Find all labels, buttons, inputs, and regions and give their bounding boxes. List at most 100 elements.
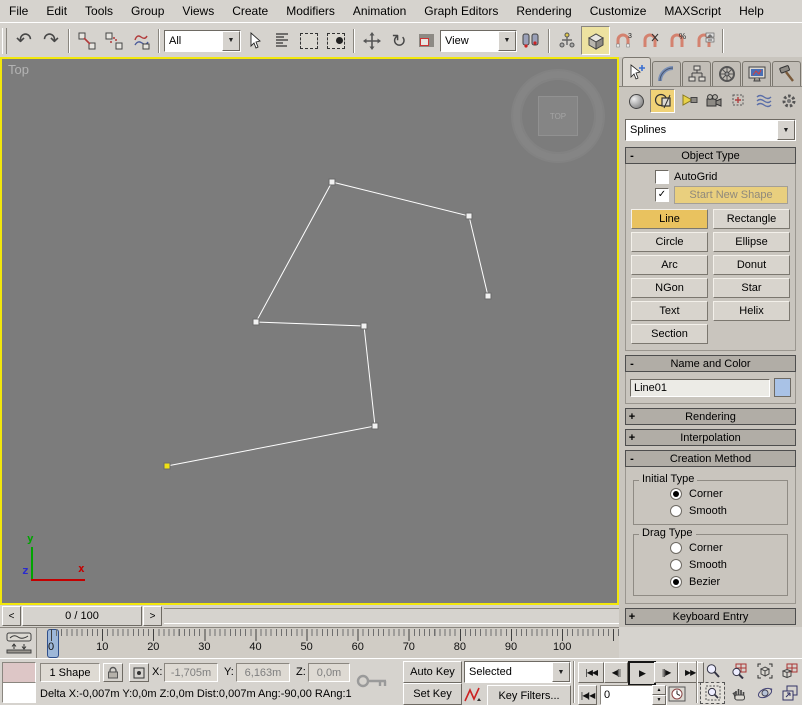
category-space-warps[interactable] <box>752 90 775 112</box>
window-crossing-button[interactable] <box>323 28 349 54</box>
reference-coordinate-combo[interactable]: View ▼ <box>440 30 517 52</box>
maxscript-mini-recorder[interactable] <box>2 662 36 683</box>
select-and-link-button[interactable] <box>74 28 100 54</box>
object-type-helix[interactable]: Helix <box>713 301 790 321</box>
category-geometry[interactable] <box>625 90 648 112</box>
undo-button[interactable]: ↶ <box>11 28 37 54</box>
category-lights[interactable] <box>677 90 700 112</box>
tab-display[interactable] <box>742 61 771 86</box>
object-type-star[interactable]: Star <box>713 278 790 298</box>
snap-3d-button[interactable]: 3 <box>611 28 637 54</box>
select-and-scale-button[interactable] <box>413 28 439 54</box>
chevron-down-icon[interactable]: ▼ <box>222 31 240 51</box>
spline-vertex[interactable] <box>372 423 378 429</box>
category-systems[interactable] <box>777 90 800 112</box>
object-type-circle[interactable]: Circle <box>631 232 708 252</box>
default-tangents-button[interactable] <box>464 686 482 705</box>
mini-curve-editor-button[interactable] <box>4 631 34 656</box>
maximize-viewport-button[interactable] <box>778 683 801 703</box>
next-frame-button[interactable]: ||▶ <box>654 662 678 683</box>
autogrid-checkbox[interactable] <box>655 170 669 184</box>
zoom-region-button[interactable] <box>701 683 724 703</box>
use-pivot-center-button[interactable] <box>518 28 544 54</box>
angle-snap-button[interactable] <box>638 28 664 54</box>
category-cameras[interactable] <box>702 90 725 112</box>
menu-item-maxscript[interactable]: MAXScript <box>655 1 730 21</box>
spline-vertex[interactable] <box>361 323 367 329</box>
object-type-donut[interactable]: Donut <box>713 255 790 275</box>
object-name-field[interactable]: Line01 <box>630 379 770 397</box>
drag-type-bezier-radio[interactable] <box>670 576 682 588</box>
auto-key-button[interactable]: Auto Key <box>403 661 462 683</box>
unlink-selection-button[interactable] <box>101 28 127 54</box>
rectangular-selection-button[interactable] <box>296 28 322 54</box>
object-color-swatch[interactable] <box>774 378 791 397</box>
go-to-start-button[interactable]: |◀◀ <box>578 662 604 683</box>
creation-method-header[interactable]: - Creation Method <box>625 450 796 467</box>
interpolation-header[interactable]: + Interpolation <box>625 429 796 446</box>
key-filter-combo[interactable]: Selected ▼ <box>464 661 571 683</box>
menu-item-edit[interactable]: Edit <box>37 1 76 21</box>
viewport-label[interactable]: Top <box>8 62 29 77</box>
spinner-up-icon[interactable]: ▲ <box>652 685 666 695</box>
snaps-toggle-button[interactable] <box>581 26 610 55</box>
menu-item-group[interactable]: Group <box>122 1 173 21</box>
tab-hierarchy[interactable] <box>682 61 711 86</box>
menu-item-views[interactable]: Views <box>173 1 223 21</box>
select-object-button[interactable] <box>242 28 268 54</box>
menu-item-rendering[interactable]: Rendering <box>507 1 580 21</box>
spline-vertex[interactable] <box>329 179 335 185</box>
menu-item-help[interactable]: Help <box>730 1 773 21</box>
select-by-name-button[interactable] <box>269 28 295 54</box>
menu-item-modifiers[interactable]: Modifiers <box>277 1 344 21</box>
category-helpers[interactable] <box>727 90 750 112</box>
viewport-top[interactable]: Top TOP y x z <box>0 57 619 605</box>
spline-vertex[interactable] <box>466 213 472 219</box>
maxscript-mini-listener[interactable] <box>2 682 36 703</box>
object-type-text[interactable]: Text <box>631 301 708 321</box>
drag-type-corner-radio[interactable] <box>670 542 682 554</box>
start-new-shape-button[interactable]: Start New Shape <box>674 186 788 204</box>
zoom-extents-all-button[interactable] <box>778 661 801 681</box>
play-button[interactable]: ▶ <box>628 661 656 686</box>
chevron-down-icon[interactable]: ▼ <box>498 31 516 51</box>
viewcube-watermark[interactable]: TOP <box>513 71 603 161</box>
menu-item-file[interactable]: File <box>0 1 37 21</box>
object-type-line[interactable]: Line <box>631 209 708 229</box>
select-and-move-button[interactable] <box>359 28 385 54</box>
selection-lock-button[interactable] <box>103 663 123 682</box>
select-and-rotate-button[interactable]: ↻ <box>386 28 412 54</box>
zoom-all-button[interactable] <box>727 661 750 681</box>
percent-snap-button[interactable]: % <box>665 28 691 54</box>
frame-spinner[interactable]: ▲▼ <box>652 685 666 705</box>
start-new-shape-checkbox[interactable]: ✓ <box>655 188 669 202</box>
tab-create[interactable] <box>622 57 651 86</box>
tab-modify[interactable] <box>652 61 681 86</box>
viewcube-face-top[interactable]: TOP <box>538 96 578 136</box>
shape-category-combo[interactable]: Splines ▼ <box>625 119 796 141</box>
bind-to-space-warp-button[interactable] <box>128 28 154 54</box>
initial-type-smooth-radio[interactable] <box>670 505 682 517</box>
keyboard-entry-header[interactable]: + Keyboard Entry <box>625 608 796 625</box>
current-frame-field[interactable]: 0 ▲▼ <box>600 685 667 705</box>
time-slider-prev-button[interactable]: < <box>2 606 21 626</box>
chevron-down-icon[interactable]: ▼ <box>777 120 795 140</box>
key-filters-button[interactable]: Key Filters... <box>487 685 571 705</box>
object-type-section[interactable]: Section <box>631 324 708 344</box>
time-configuration-button[interactable] <box>668 686 686 705</box>
drag-type-smooth-radio[interactable] <box>670 559 682 571</box>
spinner-down-icon[interactable]: ▼ <box>652 695 666 705</box>
menu-item-create[interactable]: Create <box>223 1 277 21</box>
spline-vertex[interactable] <box>253 319 259 325</box>
chevron-down-icon[interactable]: ▼ <box>552 662 570 682</box>
previous-frame-button[interactable]: ◀|| <box>604 662 628 683</box>
menu-item-graph-editors[interactable]: Graph Editors <box>415 1 507 21</box>
object-type-ellipse[interactable]: Ellipse <box>713 232 790 252</box>
initial-type-corner-radio[interactable] <box>670 488 682 500</box>
y-coordinate-field[interactable]: 6,163m <box>236 663 290 682</box>
toolbar-grip[interactable] <box>2 28 7 54</box>
x-coordinate-field[interactable]: -1,705m <box>164 663 218 682</box>
name-color-header[interactable]: - Name and Color <box>625 355 796 372</box>
time-slider-track[interactable] <box>164 608 621 624</box>
object-type-rectangle[interactable]: Rectangle <box>713 209 790 229</box>
